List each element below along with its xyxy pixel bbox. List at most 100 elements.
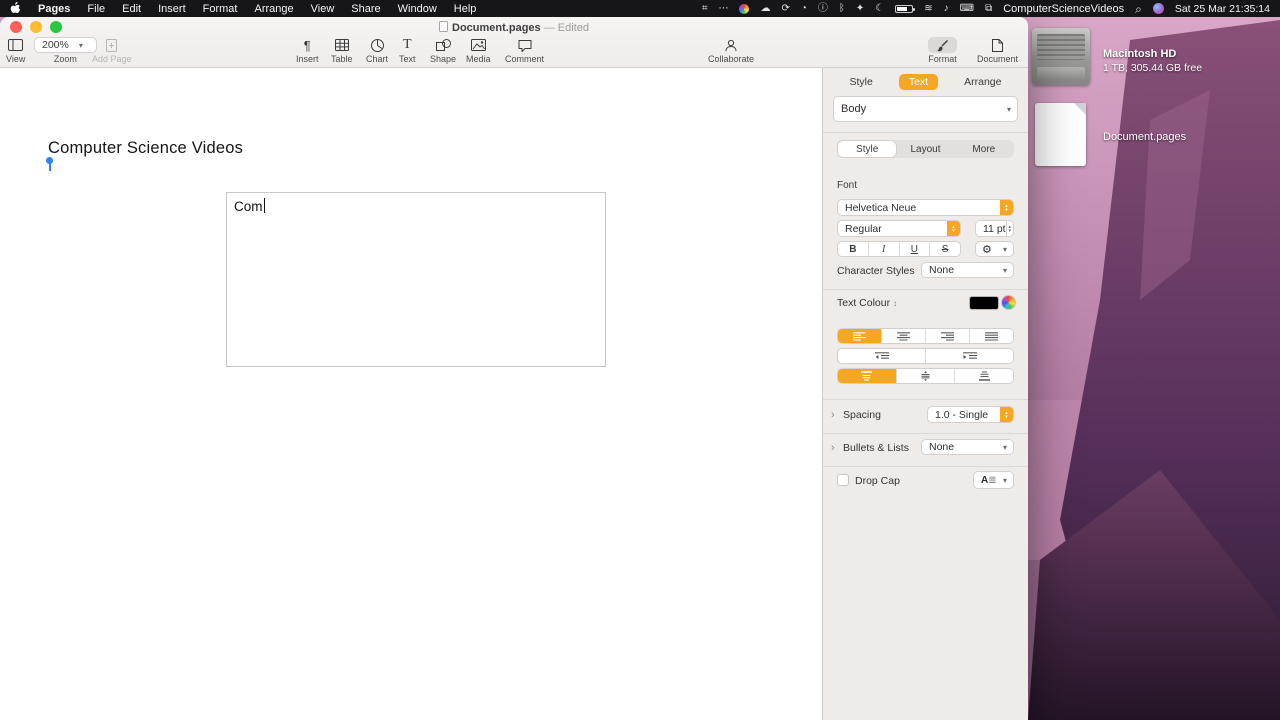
increase-indent-button[interactable] (926, 349, 1013, 363)
drop-cap-style-dropdown[interactable]: A≣ ▾ (973, 471, 1014, 489)
document-heading[interactable]: Computer Science Videos (48, 139, 243, 158)
insert-button[interactable]: ¶ Insert (296, 37, 319, 65)
apple-menu[interactable] (10, 1, 21, 17)
align-justify-button[interactable] (970, 329, 1013, 343)
chart-button[interactable]: Chart (366, 37, 388, 64)
pin-marker-icon[interactable] (46, 157, 53, 171)
apple-icon (10, 1, 21, 13)
menu-view[interactable]: View (311, 3, 335, 15)
align-center-button[interactable] (882, 329, 926, 343)
strikethrough-button[interactable]: S (930, 242, 960, 256)
horizontal-alignment-buttons (837, 328, 1014, 344)
wifi-icon[interactable]: ≋ (924, 3, 932, 14)
align-middle-button[interactable] (897, 369, 956, 383)
windows-status-icon[interactable]: ⧉ (985, 3, 992, 14)
menu-arrange[interactable]: Arrange (254, 3, 293, 15)
keyboard-icon[interactable]: ⌨ (960, 3, 974, 14)
font-weight-dropdown[interactable]: Regular ▴ ▾ (837, 220, 961, 237)
info-status-icon[interactable]: ⓘ (818, 3, 828, 14)
menu-file[interactable]: File (87, 3, 105, 15)
indent-buttons (837, 348, 1014, 364)
siri-icon[interactable] (1152, 3, 1164, 14)
text-box[interactable]: Com (226, 192, 606, 367)
font-family-stepper[interactable]: ▴ ▾ (1000, 200, 1013, 215)
menu-pages[interactable]: Pages (38, 3, 70, 15)
window-title-text: Document.pages (452, 22, 541, 34)
collaborate-button[interactable]: Collaborate (708, 37, 754, 64)
font-size-stepper[interactable]: ▴ ▾ (1005, 221, 1013, 236)
tab-style[interactable]: Style (840, 74, 883, 90)
drop-cap-checkbox[interactable] (837, 474, 849, 486)
display-status-icon[interactable]: ⌗ (702, 3, 708, 14)
view-button[interactable]: View (6, 37, 25, 64)
media-button[interactable]: Media (466, 37, 491, 64)
text-colour-swatch[interactable] (969, 296, 999, 310)
search-icon[interactable]: ⌕ (1135, 3, 1142, 15)
drop-cap-glyph-icon: A≣ (981, 474, 997, 486)
menu-help[interactable]: Help (454, 3, 477, 15)
menubar-clock[interactable]: Sat 25 Mar 21:35:14 (1175, 3, 1270, 15)
shape-icon (435, 37, 451, 53)
subtab-layout[interactable]: Layout (896, 141, 954, 157)
add-page-button[interactable]: Add Page (92, 37, 132, 64)
format-button[interactable]: Format (928, 37, 957, 64)
italic-button[interactable]: I (869, 242, 900, 256)
battery-icon[interactable] (895, 4, 916, 13)
bold-button[interactable]: B (838, 242, 869, 256)
menu-format[interactable]: Format (203, 3, 238, 15)
macintosh-hd-icon[interactable] (1032, 28, 1090, 85)
underline-button[interactable]: U (900, 242, 931, 256)
menu-window[interactable]: Window (398, 3, 437, 15)
paragraph-style-dropdown[interactable]: Body ▾ (833, 96, 1018, 122)
menu-insert[interactable]: Insert (158, 3, 186, 15)
colour-wheel-button[interactable] (1001, 295, 1016, 310)
comment-button[interactable]: Comment (505, 37, 544, 64)
font-family-dropdown[interactable]: Helvetica Neue ▴ ▾ (837, 199, 1014, 216)
bullets-disclosure[interactable]: › (831, 442, 835, 454)
zoom-control[interactable]: 200% ▾ Zoom (34, 37, 97, 64)
document-canvas[interactable]: Computer Science Videos Com (0, 68, 822, 720)
chart-icon (370, 37, 384, 53)
divider (823, 399, 1028, 400)
font-weight-stepper[interactable]: ▴ ▾ (947, 221, 960, 236)
collaborate-icon (724, 37, 738, 53)
spacing-dropdown[interactable]: 1.0 - Single ▴ ▾ (927, 406, 1014, 423)
subtab-more[interactable]: More (955, 141, 1013, 157)
moon-status-icon[interactable]: ☾ (875, 3, 884, 14)
subtab-style[interactable]: Style (838, 141, 897, 157)
drive-label[interactable]: Macintosh HD (1103, 48, 1176, 60)
chevron-down-icon: ▾ (1002, 265, 1007, 275)
font-size-field[interactable]: 11 pt ▴ ▾ (975, 220, 1014, 237)
style-layout-more-tabs: Style Layout More (837, 140, 1014, 158)
character-styles-dropdown[interactable]: None ▾ (921, 262, 1014, 278)
advanced-text-options-button[interactable]: ⚙ ▾ (975, 241, 1014, 257)
table-button[interactable]: Table (331, 37, 353, 64)
text-button[interactable]: T Text (399, 37, 416, 64)
color-status-icon[interactable] (739, 3, 750, 14)
spark-status-icon[interactable]: ✦ (856, 3, 864, 14)
align-bottom-button[interactable] (955, 369, 1013, 383)
volume-icon[interactable]: ♪ (944, 3, 949, 14)
document-button[interactable]: Document (977, 37, 1018, 64)
decrease-indent-button[interactable] (838, 349, 926, 363)
document-pages-file-icon[interactable] (1035, 103, 1086, 166)
text-box-content[interactable]: Com (227, 193, 605, 219)
menu-share[interactable]: Share (351, 3, 380, 15)
align-right-button[interactable] (926, 329, 970, 343)
bullets-lists-dropdown[interactable]: None ▾ (921, 439, 1014, 455)
window-edited-badge: — Edited (543, 22, 589, 34)
bluetooth-status-icon[interactable]: ᛒ (839, 3, 845, 14)
spacing-disclosure[interactable]: › (831, 409, 835, 421)
shape-button[interactable]: Shape (430, 37, 456, 64)
file-label[interactable]: Document.pages (1103, 131, 1186, 143)
more-status-icon[interactable]: ⋯ (718, 3, 728, 14)
align-top-button[interactable] (838, 369, 897, 383)
clock-status-icon[interactable]: ◔ (801, 3, 807, 14)
tab-text[interactable]: Text (898, 74, 939, 90)
cloud-status-icon[interactable]: ☁ (760, 3, 770, 14)
menu-edit[interactable]: Edit (122, 3, 141, 15)
sync-status-icon[interactable]: ⟳ (781, 3, 789, 14)
tab-arrange[interactable]: Arrange (954, 74, 1011, 90)
spacing-stepper[interactable]: ▴ ▾ (1000, 407, 1013, 422)
align-left-button[interactable] (838, 329, 882, 343)
